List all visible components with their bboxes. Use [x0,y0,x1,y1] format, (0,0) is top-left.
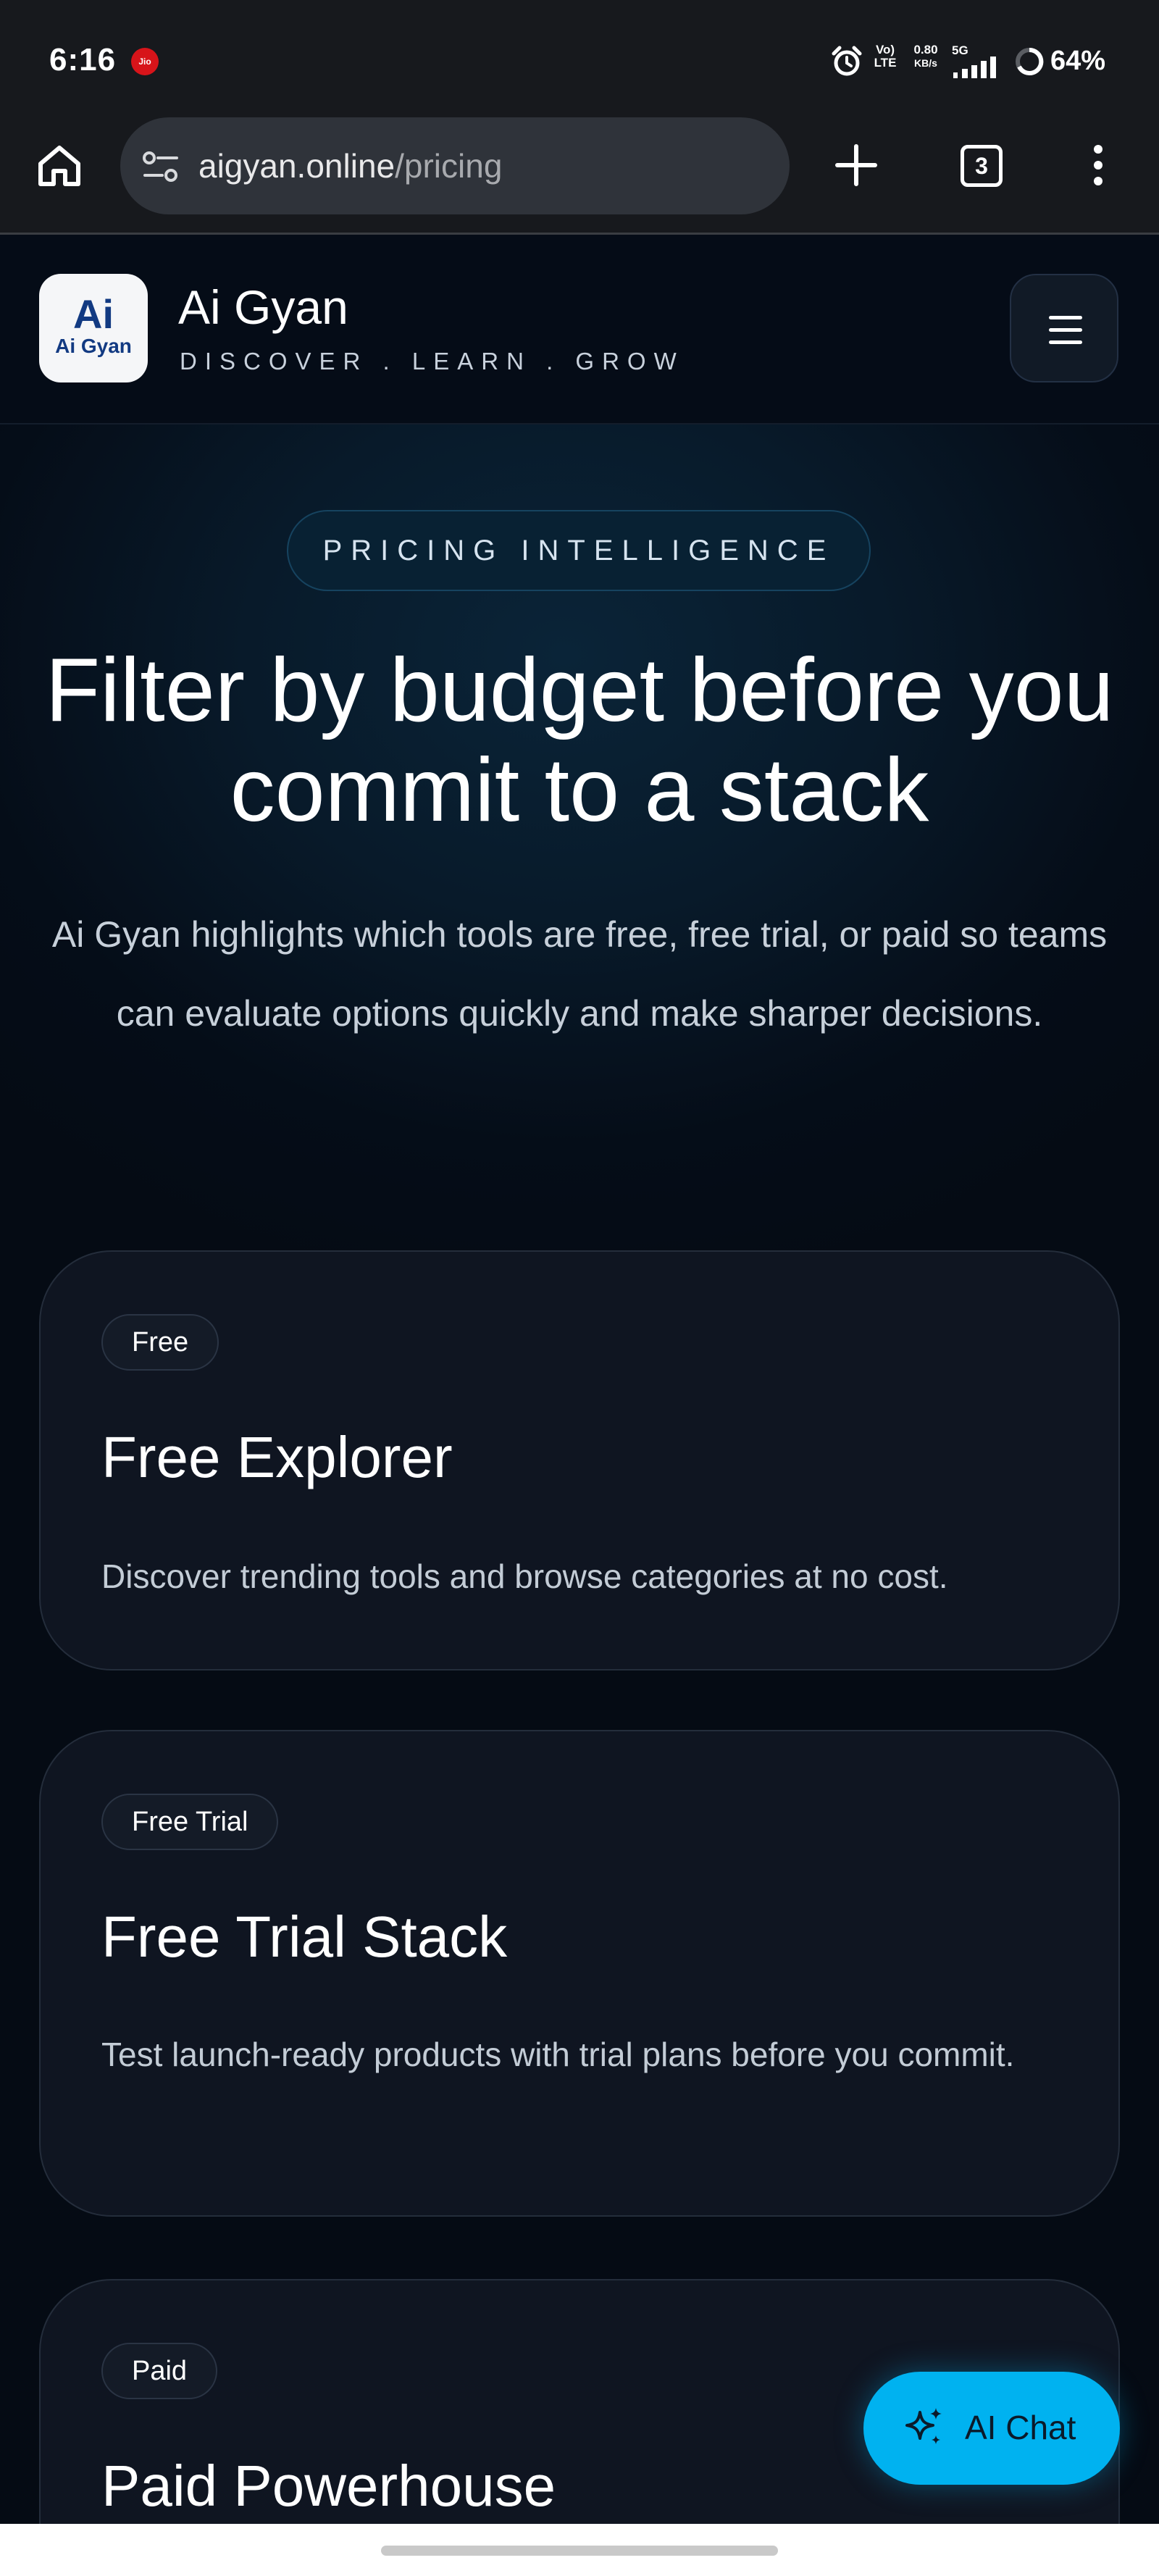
status-time: 6:16 [49,42,117,78]
tabs-icon: 3 [961,145,1003,187]
plan-title: Paid Powerhouse [101,2454,556,2518]
tab-count: 3 [975,153,988,179]
alarm-icon [830,45,863,82]
battery-percent: 64% [1050,46,1106,76]
page-subtitle: Ai Gyan highlights which tools are free,… [51,914,1108,1034]
brand-tagline: DISCOVER . LEARN . GROW [180,348,685,375]
logo-mark: Ai [73,291,114,337]
new-tab-button[interactable] [830,139,882,191]
plan-badge: Free Trial [101,1794,279,1850]
url-path: /pricing [395,147,503,185]
more-menu-icon [1094,145,1102,185]
logo-wordmark: Ai Gyan [55,335,132,357]
network-speed: 0.80 KB/s [905,43,946,70]
new-tab-icon [835,144,877,186]
volte-indicator: Vo) LTE [874,43,897,70]
url-domain: aigyan.online [198,147,396,185]
navigation-gesture-area [0,2524,1159,2576]
site-logo[interactable]: Ai Ai Gyan [39,274,148,382]
browser-toolbar: aigyan.online/pricing 3 [0,117,1159,235]
plan-title: Free Explorer [101,1425,453,1489]
plan-badge: Paid [101,2343,218,2399]
plan-badge: Free [101,1314,219,1371]
site-menu-button[interactable] [1010,274,1118,382]
plan-card-free-trial: Free Trial Free Trial Stack Test launch-… [39,1730,1120,2217]
ai-chat-label: AI Chat [965,2409,1076,2446]
plan-title: Free Trial Stack [101,1904,508,1969]
plan-description: Discover trending tools and browse categ… [101,1557,948,1595]
battery-icon [1014,46,1045,80]
gesture-handle[interactable] [381,2546,778,2556]
speed-value: 0.80 [913,43,938,57]
page-title: Filter by budget before you commit to a … [45,640,1114,840]
signal-icon [953,57,998,82]
url-text[interactable]: aigyan.online/pricing [198,146,502,185]
status-bar: 6:16 Jio Vo) LTE 0.80 KB/s 5G 64% [0,0,1159,117]
speed-unit: KB/s [914,57,937,69]
more-menu-button[interactable] [1084,139,1113,191]
home-button[interactable] [33,139,85,191]
status-icons: Vo) LTE 0.80 KB/s 5G 64% [811,41,1159,84]
eyebrow-badge: PRICING INTELLIGENCE [287,510,871,591]
sparkle-icon [905,2408,942,2444]
site-settings-icon[interactable] [141,146,181,187]
plan-description: Test launch-ready products with trial pl… [101,2036,1015,2073]
carrier-badge: Jio [131,48,159,75]
home-icon [38,146,80,186]
address-bar[interactable]: aigyan.online/pricing [120,117,790,214]
site-header: Ai Ai Gyan Ai Gyan DISCOVER . LEARN . GR… [0,235,1159,425]
tabs-button[interactable]: 3 [955,139,1007,191]
page-content: Ai Ai Gyan Ai Gyan DISCOVER . LEARN . GR… [0,235,1159,2524]
plan-card-free: Free Free Explorer Discover trending too… [39,1250,1120,1670]
ai-chat-button[interactable]: AI Chat [863,2372,1120,2485]
brand-name[interactable]: Ai Gyan [178,280,348,335]
network-type: 5G [952,43,968,57]
